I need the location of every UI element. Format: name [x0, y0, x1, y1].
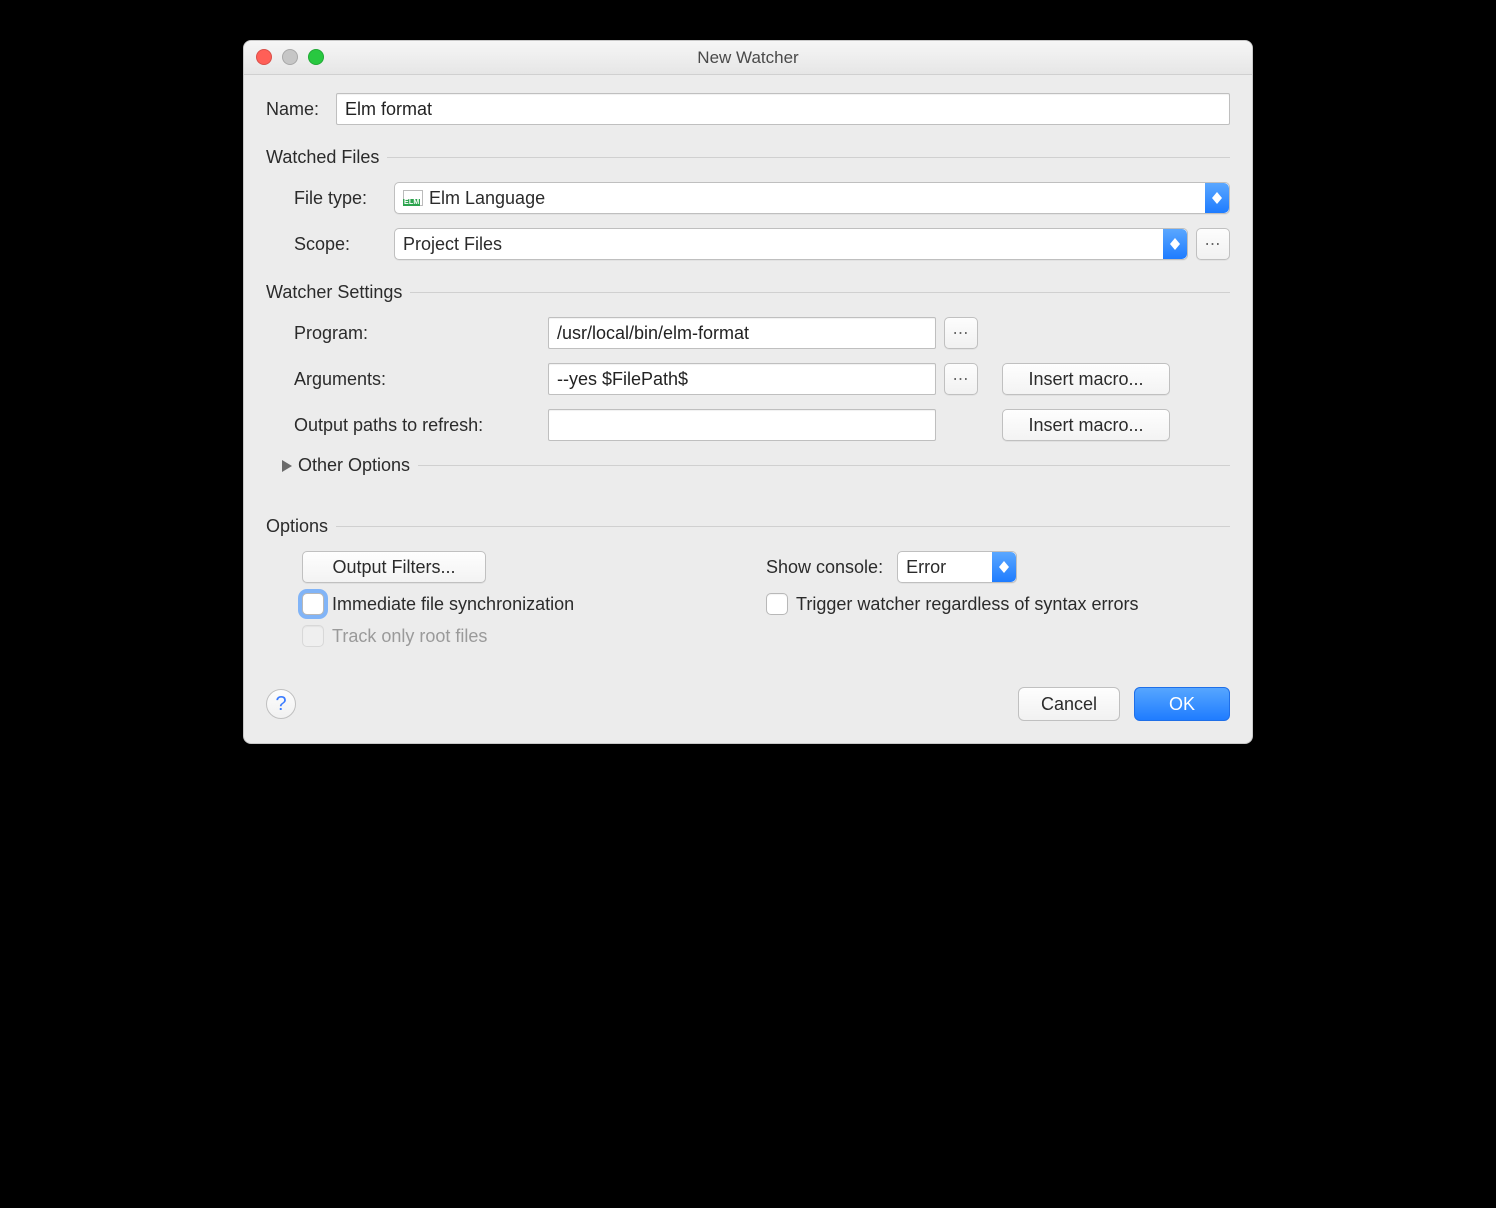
dialog-window: New Watcher Name: Watched Files File typ… — [243, 40, 1253, 744]
arguments-label: Arguments: — [294, 369, 548, 390]
watched-files-header: Watched Files — [266, 147, 1230, 168]
window-title: New Watcher — [697, 48, 798, 68]
scope-value: Project Files — [403, 234, 502, 255]
other-options-expander[interactable]: Other Options — [282, 455, 1230, 476]
window-controls — [256, 49, 324, 65]
immediate-sync-option: Immediate file synchronization — [302, 593, 766, 615]
options-header: Options — [266, 516, 1230, 537]
arguments-insert-macro-button[interactable]: Insert macro... — [1002, 363, 1170, 395]
divider — [418, 465, 1230, 466]
dialog-content: Name: Watched Files File type: Elm Langu… — [244, 75, 1252, 743]
name-label: Name: — [266, 99, 336, 120]
divider — [387, 157, 1230, 158]
scope-label: Scope: — [294, 234, 394, 255]
name-row: Name: — [266, 93, 1230, 125]
ellipsis-icon: ⋯ — [953, 369, 970, 389]
file-type-combo[interactable]: Elm Language — [394, 182, 1230, 214]
watcher-settings-title: Watcher Settings — [266, 282, 402, 303]
name-input[interactable] — [336, 93, 1230, 125]
program-input[interactable] — [548, 317, 936, 349]
help-button[interactable]: ? — [266, 689, 296, 719]
arguments-row: Arguments: ⋯ Insert macro... — [266, 363, 1230, 395]
track-only-root-checkbox — [302, 625, 324, 647]
trigger-regardless-option: Trigger watcher regardless of syntax err… — [766, 593, 1230, 615]
chevron-up-down-icon — [1205, 183, 1229, 213]
close-icon[interactable] — [256, 49, 272, 65]
chevron-right-icon — [282, 460, 292, 472]
arguments-input[interactable] — [548, 363, 936, 395]
scope-row: Scope: Project Files ⋯ — [294, 228, 1230, 260]
file-type-row: File type: Elm Language — [294, 182, 1230, 214]
output-paths-insert-macro-button[interactable]: Insert macro... — [1002, 409, 1170, 441]
minimize-icon — [282, 49, 298, 65]
arguments-browse-button[interactable]: ⋯ — [944, 363, 978, 395]
show-console-combo[interactable]: Error — [897, 551, 1017, 583]
divider — [336, 526, 1230, 527]
trigger-regardless-checkbox[interactable] — [766, 593, 788, 615]
help-icon: ? — [275, 693, 286, 716]
elm-file-icon — [403, 190, 423, 206]
output-paths-input[interactable] — [548, 409, 936, 441]
ellipsis-icon: ⋯ — [1205, 234, 1222, 254]
ok-button[interactable]: OK — [1134, 687, 1230, 721]
program-label: Program: — [294, 323, 548, 344]
trigger-regardless-label: Trigger watcher regardless of syntax err… — [796, 594, 1138, 615]
program-browse-button[interactable]: ⋯ — [944, 317, 978, 349]
watcher-settings-header: Watcher Settings — [266, 282, 1230, 303]
scope-browse-button[interactable]: ⋯ — [1196, 228, 1230, 260]
show-console-value: Error — [906, 557, 946, 578]
program-row: Program: ⋯ — [266, 317, 1230, 349]
ellipsis-icon: ⋯ — [953, 323, 970, 343]
scope-combo[interactable]: Project Files — [394, 228, 1188, 260]
other-options-label: Other Options — [298, 455, 410, 476]
options-title: Options — [266, 516, 328, 537]
immediate-sync-checkbox[interactable] — [302, 593, 324, 615]
show-console-label: Show console: — [766, 557, 883, 578]
track-only-root-label: Track only root files — [332, 626, 487, 647]
cancel-button[interactable]: Cancel — [1018, 687, 1120, 721]
maximize-icon[interactable] — [308, 49, 324, 65]
output-filters-button[interactable]: Output Filters... — [302, 551, 486, 583]
chevron-up-down-icon — [992, 552, 1016, 582]
file-type-value: Elm Language — [429, 188, 545, 209]
watched-files-title: Watched Files — [266, 147, 379, 168]
output-paths-label: Output paths to refresh: — [294, 415, 548, 436]
titlebar: New Watcher — [244, 41, 1252, 75]
divider — [410, 292, 1230, 293]
dialog-footer: ? Cancel OK — [266, 687, 1230, 721]
chevron-up-down-icon — [1163, 229, 1187, 259]
output-filters-cell: Output Filters... — [302, 551, 766, 583]
show-console-cell: Show console: Error — [766, 551, 1230, 583]
track-only-root-option: Track only root files — [302, 625, 766, 647]
file-type-label: File type: — [294, 188, 394, 209]
options-grid: Output Filters... Show console: Error Im… — [302, 551, 1230, 647]
output-paths-row: Output paths to refresh: Insert macro... — [266, 409, 1230, 441]
immediate-sync-label: Immediate file synchronization — [332, 594, 574, 615]
